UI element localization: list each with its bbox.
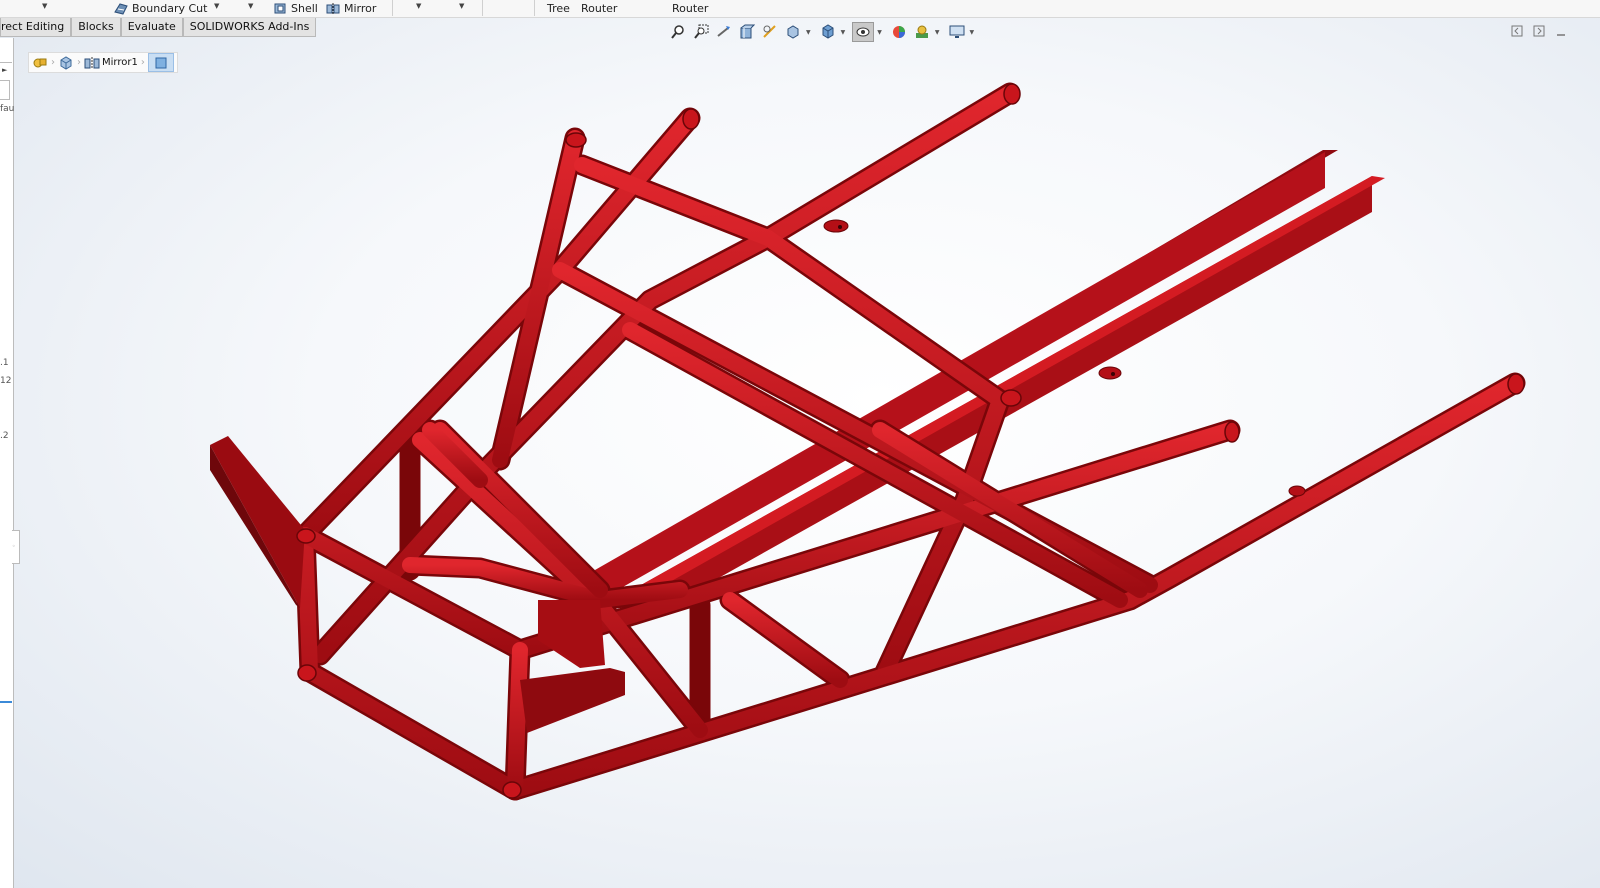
graphics-viewport[interactable] xyxy=(14,38,1600,888)
kart-frame-model[interactable] xyxy=(0,0,1600,888)
front-bumper-plate[interactable] xyxy=(210,436,305,608)
